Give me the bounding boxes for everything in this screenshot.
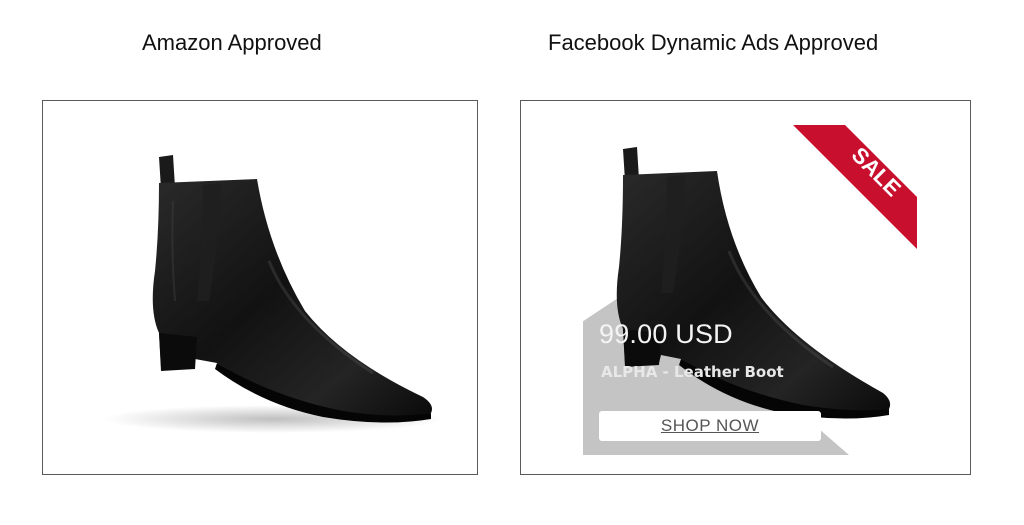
boot-image xyxy=(103,155,443,433)
shop-now-button[interactable]: SHOP NOW xyxy=(599,411,821,441)
amazon-caption: Amazon Approved xyxy=(142,30,322,55)
sale-ribbon-icon: SALE xyxy=(793,125,917,249)
facebook-ad-frame: 99.00 USD ALPHA - Leather Boot SHOP NOW … xyxy=(520,100,971,475)
product-name: ALPHA - Leather Boot xyxy=(601,363,784,381)
amazon-product-frame xyxy=(42,100,478,475)
price-label: 99.00 USD xyxy=(599,319,733,349)
facebook-caption: Facebook Dynamic Ads Approved xyxy=(548,30,879,55)
comparison-page: Amazon Approved Facebook Dynamic Ads App… xyxy=(0,0,1024,525)
